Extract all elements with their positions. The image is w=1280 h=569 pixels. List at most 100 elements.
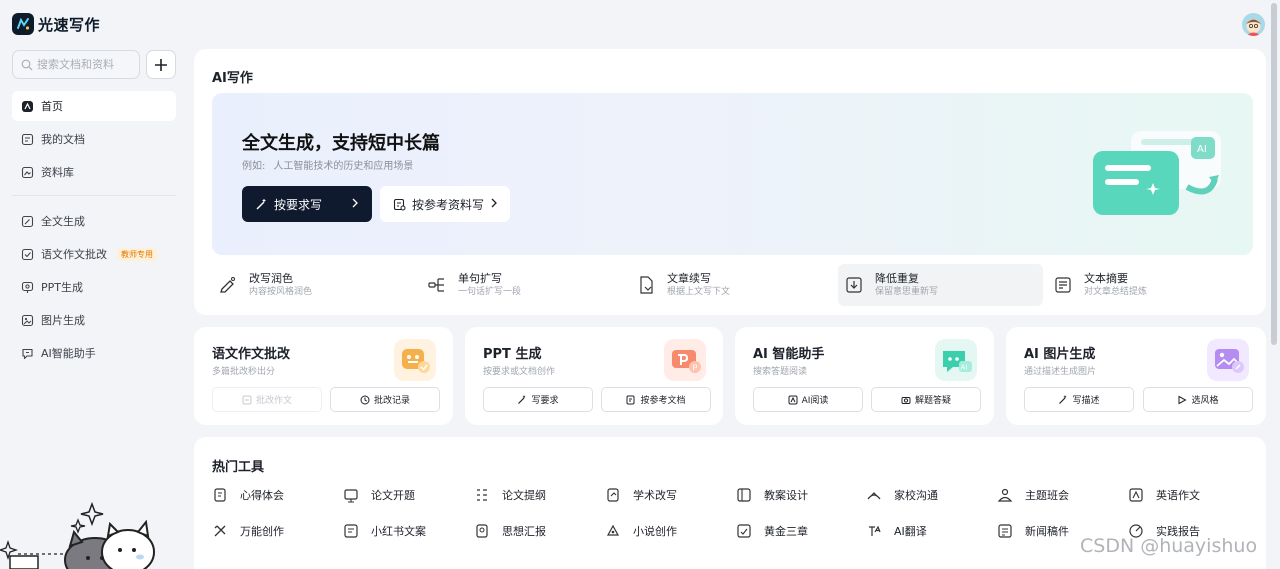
hot-tool-label: 学术改写 bbox=[633, 489, 677, 502]
section-title-hot-tools: 热门工具 bbox=[212, 460, 265, 475]
search-input[interactable] bbox=[37, 58, 137, 71]
feature-card-essay-grading[interactable]: 语文作文批改 多篇批改秒出分 批改作文 批改记录 bbox=[194, 327, 453, 425]
tool-title: 文本摘要 bbox=[1084, 272, 1128, 285]
magic-pen-icon bbox=[518, 395, 526, 404]
grade-essay-button[interactable]: 批改作文 bbox=[212, 387, 322, 412]
hot-tool-item[interactable]: 心得体会 bbox=[212, 487, 284, 503]
feature-card-image-generation[interactable]: AI 图片生成 通过描述生成图片 写描述 选风格 bbox=[1006, 327, 1266, 425]
hero-example: 例如: 人工智能技术的历史和应用场景 bbox=[242, 157, 413, 172]
scrollbar[interactable] bbox=[1271, 3, 1277, 345]
sidebar-item-home[interactable]: 首页 bbox=[12, 91, 176, 121]
card-desc: 按要求或文档创作 bbox=[483, 367, 556, 377]
card-title: PPT 生成 bbox=[483, 347, 542, 362]
user-avatar[interactable] bbox=[1242, 13, 1265, 36]
sidebar-item-image[interactable]: 图片生成 bbox=[12, 305, 176, 335]
hot-tool-icon bbox=[736, 487, 752, 503]
hot-tool-item[interactable]: 论文提纲 bbox=[474, 487, 546, 503]
hot-tool-icon bbox=[474, 523, 490, 539]
watermark: CSDN @huayishuo bbox=[1080, 535, 1258, 557]
sidebar-item-ai-assistant[interactable]: AI智能助手 bbox=[12, 338, 176, 368]
new-document-button[interactable] bbox=[146, 50, 176, 79]
hot-tool-item[interactable]: 万能创作 bbox=[212, 523, 284, 539]
grading-history-button[interactable]: 批改记录 bbox=[330, 387, 440, 412]
hot-tool-icon bbox=[605, 487, 621, 503]
search-box[interactable] bbox=[12, 50, 140, 79]
hot-tool-item[interactable]: 教案设计 bbox=[736, 487, 808, 503]
full-text-hero: 全文生成，支持短中长篇 例如: 人工智能技术的历史和应用场景 按要求写 按参考资… bbox=[212, 93, 1253, 255]
hot-tool-icon bbox=[474, 487, 490, 503]
continue-icon bbox=[635, 274, 657, 296]
logo-icon bbox=[12, 13, 34, 35]
tool-continue-writing[interactable]: 文章续写 根据上文写下文 bbox=[630, 264, 835, 306]
ai-assistant-icon: AI bbox=[935, 339, 977, 381]
button-label: 按参考文档 bbox=[640, 396, 686, 406]
write-by-requirement-button[interactable]: 按要求写 bbox=[242, 186, 372, 222]
app-logo[interactable]: 光速写作 bbox=[12, 13, 100, 35]
hot-tool-item[interactable]: 小说创作 bbox=[605, 523, 677, 539]
sidebar-item-label: 全文生成 bbox=[41, 215, 85, 228]
button-label: AI阅读 bbox=[801, 396, 829, 406]
reading-icon bbox=[788, 395, 798, 404]
grade-icon bbox=[242, 395, 252, 404]
ai-writing-card: AI写作 全文生成，支持短中长篇 例如: 人工智能技术的历史和应用场景 按要求写… bbox=[194, 49, 1266, 315]
chevron-right-icon bbox=[491, 198, 497, 208]
button-label: 写描述 bbox=[1072, 396, 1100, 406]
solve-question-button[interactable]: 解题答疑 bbox=[871, 387, 981, 412]
hot-tool-label: 思想汇报 bbox=[502, 525, 546, 538]
tool-reduce-duplication[interactable]: 降低重复 保留意思重新写 bbox=[838, 264, 1043, 306]
feature-card-ai-assistant[interactable]: AI 智能助手 搜索答题阅读 AI AI阅读 解题答疑 bbox=[735, 327, 994, 425]
magic-pen-icon bbox=[1059, 395, 1067, 404]
hot-tool-item[interactable]: 小红书文案 bbox=[343, 523, 426, 539]
camera-icon bbox=[901, 396, 911, 404]
hot-tool-item[interactable]: 英语作文 bbox=[1128, 487, 1200, 503]
card-desc: 搜索答题阅读 bbox=[753, 367, 808, 377]
tool-desc: 一句话扩写一段 bbox=[458, 287, 522, 297]
write-requirement-button[interactable]: 写要求 bbox=[483, 387, 593, 412]
hot-tool-item[interactable]: 新闻稿件 bbox=[997, 523, 1069, 539]
style-icon bbox=[1178, 395, 1188, 404]
ai-reading-button[interactable]: AI阅读 bbox=[753, 387, 863, 412]
write-by-reference-button[interactable]: 按参考资料写 bbox=[380, 186, 510, 222]
write-description-button[interactable]: 写描述 bbox=[1024, 387, 1134, 412]
section-title-ai-writing: AI写作 bbox=[212, 71, 253, 86]
button-label: 写要求 bbox=[531, 396, 559, 406]
tool-expand-sentence[interactable]: 单句扩写 一句话扩写一段 bbox=[421, 264, 626, 306]
hot-tool-label: 家校沟通 bbox=[894, 489, 938, 502]
sidebar-item-library[interactable]: 资料库 bbox=[12, 157, 176, 187]
magic-pen-icon bbox=[256, 198, 266, 209]
button-label: 批改记录 bbox=[373, 396, 410, 406]
tool-summary[interactable]: 文本摘要 对文章总结提炼 bbox=[1047, 264, 1252, 306]
feature-card-ppt[interactable]: PPT 生成 按要求或文档创作 P 写要求 按参考文档 bbox=[465, 327, 723, 425]
check-icon bbox=[21, 248, 34, 261]
sidebar-divider bbox=[12, 195, 176, 196]
sidebar-item-essay-grading[interactable]: 语文作文批改 教师专用 bbox=[12, 239, 176, 269]
plus-icon bbox=[155, 58, 167, 71]
hot-tool-label: 万能创作 bbox=[240, 525, 284, 538]
hot-tool-item[interactable]: 主题班会 bbox=[997, 487, 1069, 503]
choose-style-button[interactable]: 选风格 bbox=[1143, 387, 1253, 412]
reference-doc-icon bbox=[393, 198, 406, 210]
sidebar-item-my-documents[interactable]: 我的文档 bbox=[12, 124, 176, 154]
expand-icon bbox=[426, 274, 448, 296]
hot-tool-item[interactable]: 学术改写 bbox=[605, 487, 677, 503]
hot-tool-item[interactable]: 论文开题 bbox=[343, 487, 415, 503]
hot-tool-item[interactable]: AI翻译 bbox=[866, 523, 927, 539]
reference-doc-icon bbox=[626, 395, 635, 404]
tool-rewrite[interactable]: 改写润色 内容按风格润色 bbox=[212, 264, 417, 306]
teacher-only-badge: 教师专用 bbox=[117, 247, 157, 261]
hot-tool-label: 小红书文案 bbox=[371, 525, 426, 538]
hot-tool-item[interactable]: 思想汇报 bbox=[474, 523, 546, 539]
hero-title: 全文生成，支持短中长篇 bbox=[242, 133, 440, 154]
hot-tool-item[interactable]: 黄金三章 bbox=[736, 523, 808, 539]
sidebar-item-label: AI智能助手 bbox=[41, 347, 96, 360]
mascot-illustration bbox=[0, 490, 160, 569]
hot-tool-item[interactable]: 家校沟通 bbox=[866, 487, 938, 503]
sidebar-item-full-text[interactable]: 全文生成 bbox=[12, 206, 176, 236]
sidebar-item-ppt[interactable]: PPT生成 bbox=[12, 272, 176, 302]
button-label: 解题答疑 bbox=[914, 396, 951, 406]
app-name: 光速写作 bbox=[38, 15, 101, 34]
hot-tool-label: 心得体会 bbox=[240, 489, 284, 502]
image-icon bbox=[21, 314, 34, 327]
reference-document-button[interactable]: 按参考文档 bbox=[601, 387, 711, 412]
write-by-reference-label: 按参考资料写 bbox=[412, 197, 485, 212]
